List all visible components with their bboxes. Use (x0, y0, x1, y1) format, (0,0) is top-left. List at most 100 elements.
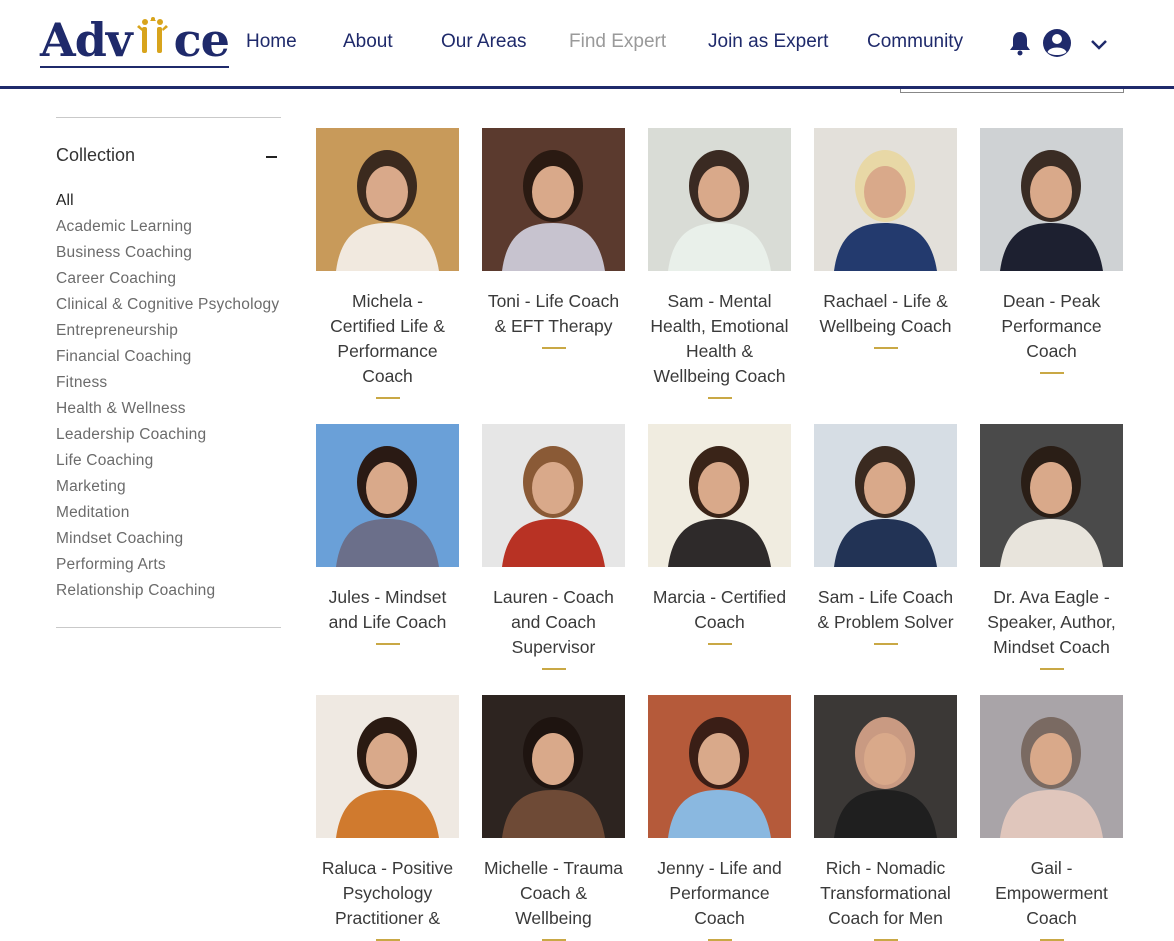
expert-name-line: Mindset Coach (993, 637, 1110, 657)
expert-card[interactable]: Rich - Nomadic Transformational Coach for … (814, 695, 957, 941)
expert-name[interactable]: Rich - Nomadic Transformational Coach for … (814, 856, 957, 931)
expert-name-line: Coach (694, 612, 745, 632)
expert-name-line: Performance (669, 883, 770, 903)
expert-name-line: Coach & (519, 883, 588, 903)
category-leadership-coaching[interactable]: Leadership Coaching (56, 425, 279, 451)
expert-card[interactable]: Dean - Peak Performance Coach (980, 128, 1123, 374)
expert-name[interactable]: Michelle - Trauma Coach & Wellbeing (482, 856, 625, 931)
category-fitness[interactable]: Fitness (56, 373, 279, 399)
expert-card[interactable]: Sam - Life Coach & Problem Solver (814, 424, 957, 645)
expert-card[interactable]: Jenny - Life and Performance Coach (648, 695, 791, 941)
expert-name-line: Performance (1001, 316, 1102, 336)
expert-name[interactable]: Jules - Mindset and Life Coach (316, 585, 459, 635)
gold-divider (873, 347, 898, 349)
nav-home[interactable]: Home (246, 31, 297, 53)
expert-card[interactable]: Jules - Mindset and Life Coach (316, 424, 459, 645)
expert-name-line: Coach (1026, 341, 1077, 361)
expert-photo[interactable] (980, 695, 1123, 838)
expert-photo[interactable] (648, 128, 791, 271)
advice-logo[interactable]: Adv ce (40, 13, 230, 68)
expert-card[interactable]: Dr. Ava Eagle - Speaker, Author, Mindset C… (980, 424, 1123, 670)
expert-card[interactable]: Raluca - Positive Psychology Practitioner … (316, 695, 459, 941)
category-entrepreneurship[interactable]: Entrepreneurship (56, 321, 279, 347)
expert-name-line: Performance (337, 341, 438, 361)
user-avatar-icon[interactable] (1042, 28, 1072, 63)
expert-name[interactable]: Dr. Ava Eagle - Speaker, Author, Mindset C… (980, 585, 1123, 660)
expert-name-line: Dr. Ava Eagle - (993, 587, 1110, 607)
expert-name[interactable]: Dean - Peak Performance Coach (980, 289, 1123, 364)
expert-photo[interactable] (482, 695, 625, 838)
logo-text-right: ce (173, 13, 230, 67)
nav-about[interactable]: About (343, 31, 393, 53)
category-relationship-coaching[interactable]: Relationship Coaching (56, 581, 279, 607)
expert-name[interactable]: Sam - Life Coach & Problem Solver (814, 585, 957, 635)
expert-name-line: Wellbeing Coach (819, 316, 952, 336)
expert-name[interactable]: Toni - Life Coach & EFT Therapy (482, 289, 625, 339)
minus-icon[interactable] (266, 156, 277, 158)
expert-card[interactable]: Rachael - Life & Wellbeing Coach (814, 128, 957, 349)
category-business-coaching[interactable]: Business Coaching (56, 243, 279, 269)
logo-text-left: Adv (40, 13, 133, 67)
expert-photo[interactable] (482, 424, 625, 567)
expert-card[interactable]: Gail - Empowerment Coach (980, 695, 1123, 941)
expert-photo[interactable] (316, 128, 459, 271)
expert-name[interactable]: Rachael - Life & Wellbeing Coach (814, 289, 957, 339)
expert-card[interactable]: Michela - Certified Life & Performance Coac… (316, 128, 459, 399)
expert-photo[interactable] (980, 424, 1123, 567)
expert-name[interactable]: Jenny - Life and Performance Coach (648, 856, 791, 931)
expert-name-line: Raluca - Positive (321, 858, 454, 878)
expert-card[interactable]: Sam - Mental Health, Emotional Health & Wel… (648, 128, 791, 399)
expert-name-line: Gail - (1030, 858, 1073, 878)
category-financial-coaching[interactable]: Financial Coaching (56, 347, 279, 373)
gold-divider (1039, 372, 1064, 374)
expert-card[interactable]: Lauren - Coach and Coach Supervisor (482, 424, 625, 670)
bell-icon[interactable] (1008, 30, 1032, 61)
category-marketing[interactable]: Marketing (56, 477, 279, 503)
category-clinical-cognitive-psychology[interactable]: Clinical & Cognitive Psychology (56, 295, 279, 321)
expert-photo[interactable] (648, 695, 791, 838)
expert-name[interactable]: Marcia - Certified Coach (648, 585, 791, 635)
nav-join-as-expert[interactable]: Join as Expert (708, 31, 828, 53)
expert-name-line: Rachael - Life & (823, 291, 948, 311)
logo-figures-icon (133, 16, 173, 56)
expert-name[interactable]: Michela - Certified Life & Performance Coac… (316, 289, 459, 389)
nav-our-areas[interactable]: Our Areas (441, 31, 527, 53)
sidebar-divider-top (56, 117, 281, 118)
nav-find-expert[interactable]: Find Expert (569, 31, 666, 53)
nav-community[interactable]: Community (867, 31, 963, 53)
expert-photo[interactable] (814, 695, 957, 838)
gold-divider (375, 643, 400, 645)
category-meditation[interactable]: Meditation (56, 503, 279, 529)
category-mindset-coaching[interactable]: Mindset Coaching (56, 529, 279, 555)
expert-name[interactable]: Sam - Mental Health, Emotional Health & Wel… (648, 289, 791, 389)
chevron-down-icon[interactable] (1090, 38, 1108, 56)
category-life-coaching[interactable]: Life Coaching (56, 451, 279, 477)
expert-photo[interactable] (648, 424, 791, 567)
expert-card[interactable]: Marcia - Certified Coach (648, 424, 791, 645)
expert-card[interactable]: Toni - Life Coach & EFT Therapy (482, 128, 625, 349)
expert-name-line: and Life Coach (328, 612, 447, 632)
expert-photo[interactable] (814, 128, 957, 271)
expert-name-line: Jules - Mindset (328, 587, 447, 607)
expert-name[interactable]: Raluca - Positive Psychology Practitioner … (316, 856, 459, 931)
expert-name-line: Psychology (342, 883, 433, 903)
expert-name-line: Sam - Life Coach (817, 587, 954, 607)
category-performing-arts[interactable]: Performing Arts (56, 555, 279, 581)
expert-photo[interactable] (482, 128, 625, 271)
expert-photo[interactable] (980, 128, 1123, 271)
category-all[interactable]: All (56, 191, 279, 217)
expert-photo[interactable] (316, 695, 459, 838)
expert-name[interactable]: Lauren - Coach and Coach Supervisor (482, 585, 625, 660)
category-career-coaching[interactable]: Career Coaching (56, 269, 279, 295)
gold-divider (707, 397, 732, 399)
expert-name-line: Health, Emotional (650, 316, 789, 336)
expert-name-line: Rich - Nomadic (825, 858, 946, 878)
expert-name[interactable]: Gail - Empowerment Coach (980, 856, 1123, 931)
expert-photo[interactable] (316, 424, 459, 567)
category-health-wellness[interactable]: Health & Wellness (56, 399, 279, 425)
collection-heading[interactable]: Collection (56, 145, 135, 166)
expert-card[interactable]: Michelle - Trauma Coach & Wellbeing (482, 695, 625, 941)
expert-name-line: Empowerment (995, 883, 1108, 903)
expert-photo[interactable] (814, 424, 957, 567)
category-academic-learning[interactable]: Academic Learning (56, 217, 279, 243)
